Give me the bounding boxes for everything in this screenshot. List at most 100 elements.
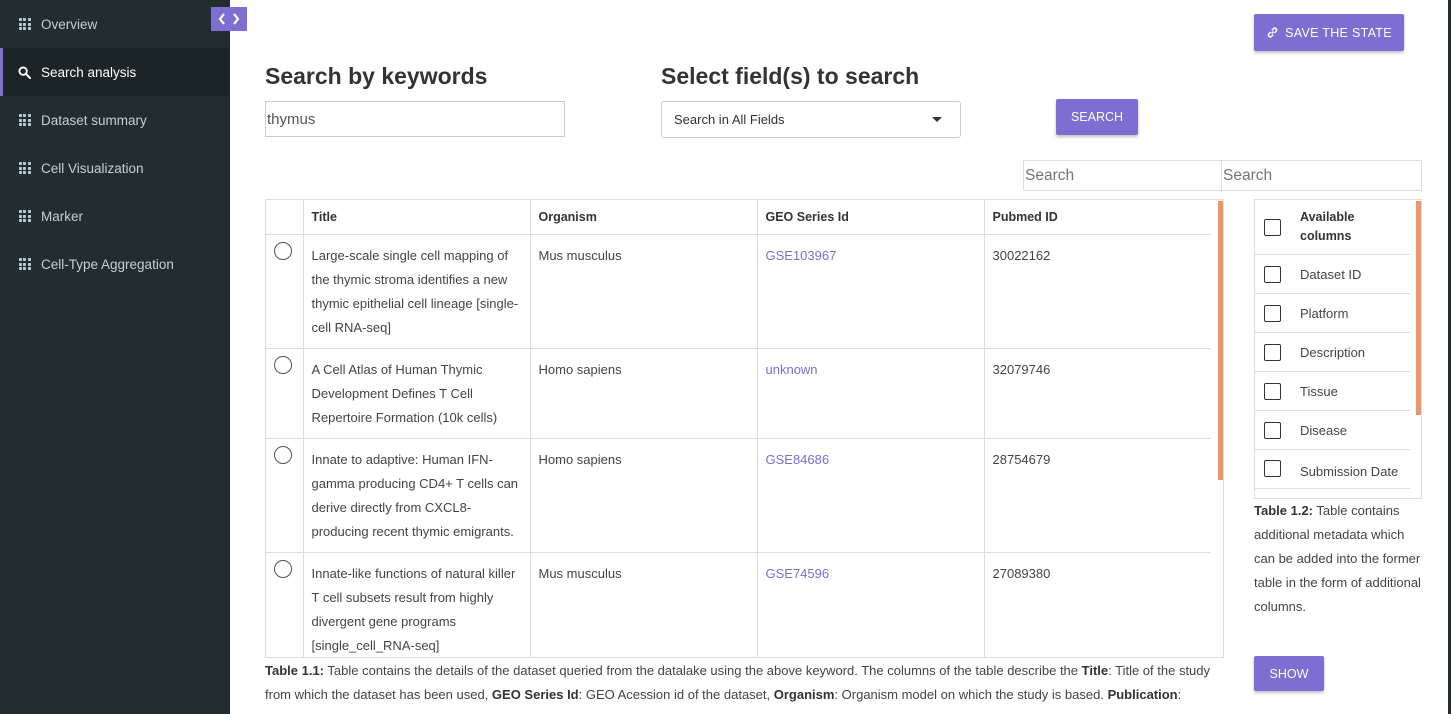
chevron-left-icon [218,13,225,25]
grid-icon [18,210,31,223]
sidebar-item-label: Cell-Type Aggregation [41,256,174,272]
select-column-header [266,200,304,235]
side-table-scrollbar[interactable] [1416,201,1421,415]
caption-bold: Publication [1107,687,1178,702]
available-columns-table: Available columns Dataset ID Platform De… [1254,199,1422,499]
sidebar-item-label: Cell Visualization [41,160,144,176]
column-search-input[interactable] [1023,160,1223,191]
pubmed-cell: 28754679 [984,438,1211,553]
side-table-header-row: Available columns [1255,200,1410,255]
search-icon [18,65,31,79]
geo-link[interactable]: unknown [757,348,985,439]
caption-label: Table 1.2: [1254,503,1314,518]
organism-cell: Homo sapiens [530,348,758,439]
caption-text: : [1177,687,1182,702]
caption-bold: Title [1081,663,1109,678]
column-option-label: Description [1288,332,1410,372]
column-option-label: Submission Date [1288,449,1410,489]
table-1-2-caption: Table 1.2: Table contains additional met… [1254,499,1422,619]
sidebar: Overview Search analysis Dataset summary… [0,0,230,714]
row-radio[interactable] [274,559,292,578]
organism-cell: Mus musculus [530,552,758,657]
column-checkbox[interactable] [1264,343,1281,361]
grid-icon [18,114,31,127]
column-header-pubmed-id[interactable]: Pubmed ID [984,200,1211,235]
pubmed-cell: 32079746 [984,348,1211,439]
caption-bold: Organism [773,687,835,702]
column-option-label: Tissue [1288,371,1410,411]
organism-cell: Homo sapiens [530,438,758,553]
pubmed-cell: 30022162 [984,234,1211,349]
select-all-checkbox[interactable] [1264,218,1281,236]
field-select[interactable]: Search in All Fields [661,101,961,138]
search-button[interactable]: SEARCH [1056,99,1138,135]
sidebar-item-overview[interactable]: Overview [0,0,230,48]
save-state-button[interactable]: SAVE THE STATE [1254,14,1404,51]
row-radio[interactable] [274,241,292,260]
column-checkbox[interactable] [1264,304,1281,322]
column-search-input[interactable] [1221,160,1422,191]
list-item[interactable]: Platform [1255,293,1410,333]
title-cell: A Cell Atlas of Human Thymic Development… [303,348,531,439]
column-header-geo-series-id[interactable]: GEO Series Id [757,200,985,235]
select-cell [266,234,304,349]
sidebar-item-label: Dataset summary [41,112,147,128]
sidebar-item-label: Search analysis [41,64,137,80]
grid-icon [18,258,31,271]
main-content: SAVE THE STATE Search by keywords Select… [230,0,1451,714]
caption-bold: GEO Series Id [491,687,579,702]
sidebar-item-dataset-summary[interactable]: Dataset summary [0,96,230,144]
column-option-label: Disease [1288,410,1410,450]
column-checkbox[interactable] [1264,382,1281,400]
sidebar-item-label: Marker [41,208,84,224]
table-row[interactable]: Large-scale single cell mapping of the t… [266,234,1211,349]
column-checkbox[interactable] [1264,460,1281,477]
column-header-title[interactable]: Title [303,200,531,235]
column-checkbox[interactable] [1264,421,1281,439]
caret-down-icon [932,117,942,122]
grid-icon [18,18,31,31]
select-cell [266,348,304,439]
column-checkbox[interactable] [1264,265,1281,283]
caption-text: : GEO Acession id of the dataset, [578,687,774,702]
list-item[interactable]: Tissue [1255,371,1410,411]
pubmed-cell: 27089380 [984,552,1211,657]
list-item[interactable]: Description [1255,332,1410,372]
sidebar-item-marker[interactable]: Marker [0,192,230,240]
column-header-organism[interactable]: Organism [530,200,758,235]
keyword-input[interactable] [265,101,565,137]
table-row[interactable]: A Cell Atlas of Human Thymic Development… [266,348,1211,439]
table-scrollbar[interactable] [1218,201,1223,480]
caption-text: Table contains the details of the datase… [324,663,1082,678]
grid-icon [18,162,31,175]
select-all-cell [1255,200,1288,255]
list-item[interactable]: Dataset ID [1255,254,1410,294]
geo-link[interactable]: GSE84686 [757,438,985,553]
sidebar-item-cell-visualization[interactable]: Cell Visualization [0,144,230,192]
sidebar-item-cell-type-aggregation[interactable]: Cell-Type Aggregation [0,240,230,288]
organism-cell: Mus musculus [530,234,758,349]
select-cell [266,438,304,553]
title-cell: Innate to adaptive: Human IFN-gamma prod… [303,438,531,553]
sidebar-item-search-analysis[interactable]: Search analysis [0,48,230,96]
keywords-title: Search by keywords [265,63,488,89]
column-option-label: Platform [1288,293,1410,333]
select-cell [266,552,304,657]
field-select-value: Search in All Fields [674,112,785,127]
caption-label: Table 1.1: [265,663,325,678]
list-item[interactable]: Disease [1255,410,1410,450]
sidebar-item-label: Overview [41,16,98,32]
fields-title: Select field(s) to search [661,63,920,89]
table-row[interactable]: Innate-like functions of natural killer … [266,552,1211,657]
geo-link[interactable]: GSE74596 [757,552,985,657]
datasets-table: Title Organism GEO Series Id Pubmed ID L… [265,199,1224,658]
table-row[interactable]: Innate to adaptive: Human IFN-gamma prod… [266,438,1211,553]
table-1-1-caption: Table 1.1: Table contains the details of… [265,659,1215,707]
list-item[interactable]: Submission Date [1255,449,1410,489]
column-option-label: Dataset ID [1288,254,1410,294]
row-radio[interactable] [274,445,292,464]
available-columns-header: Available columns [1288,200,1410,255]
geo-link[interactable]: GSE103967 [757,234,985,349]
show-button[interactable]: SHOW [1254,656,1324,691]
row-radio[interactable] [274,355,292,374]
